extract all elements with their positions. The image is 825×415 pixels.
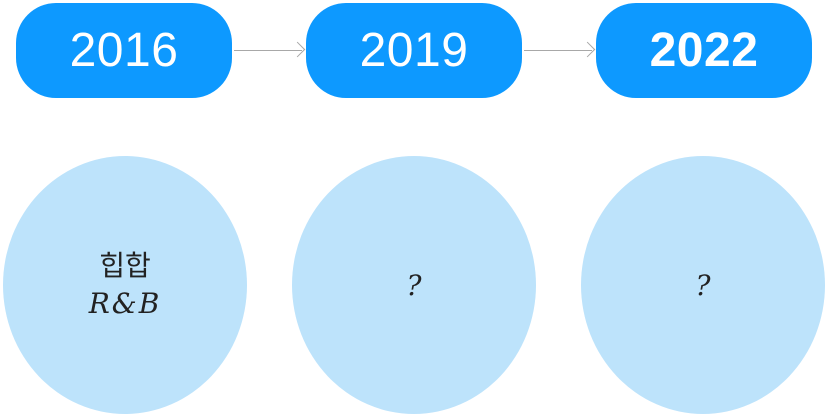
genre-label-rnb: R&B (88, 287, 162, 320)
genre-unknown-label: ? (406, 268, 422, 302)
genre-label-korean: 힙합 (99, 249, 151, 282)
year-label: 2019 (359, 24, 469, 77)
genre-circle-2022: ? (581, 156, 825, 414)
year-label: 2016 (69, 24, 179, 77)
genre-circle-2016: 힙합 R&B (3, 156, 247, 414)
year-label: 2022 (649, 24, 759, 77)
genre-unknown-label: ? (695, 268, 711, 302)
arrow-right-icon (524, 41, 596, 58)
arrow-right-icon (234, 41, 306, 58)
year-2019-pill: 2019 (306, 3, 522, 98)
year-2016-pill: 2016 (16, 3, 232, 98)
genre-circle-2019: ? (292, 156, 536, 414)
year-2022-pill: 2022 (596, 3, 812, 98)
